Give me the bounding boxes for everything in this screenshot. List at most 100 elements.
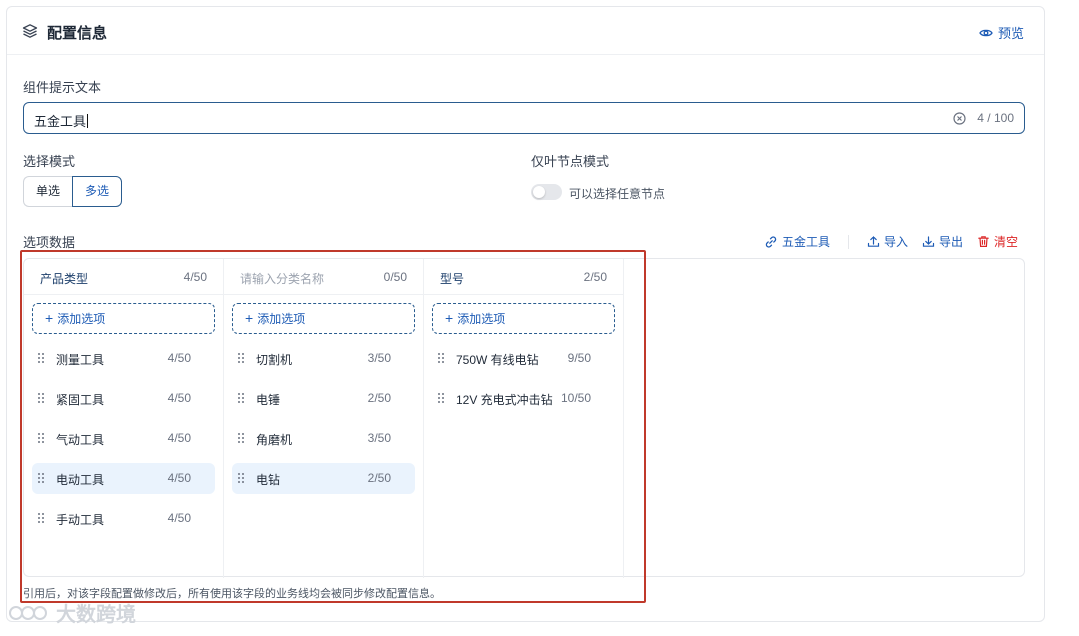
option-item[interactable]: 角磨机 3/50 [232, 423, 415, 454]
drag-handle-icon[interactable] [237, 352, 245, 364]
linked-field-label: 五金工具 [781, 235, 830, 249]
drag-handle-icon[interactable] [37, 472, 45, 484]
add-option-button[interactable]: + 添加选项 [32, 303, 215, 334]
option-label: 750W 有线电钻 [456, 353, 539, 367]
export-button[interactable]: 导出 [922, 233, 963, 250]
cascader-column: 产品类型 4/50 + 添加选项 测量工具 4/50 紧固工具 4/50 气动工具 4/50 电动工… [24, 259, 224, 578]
column-count: 2/50 [583, 270, 607, 284]
cascader-column: 型号 2/50 + 添加选项 750W 有线电钻 9/50 12V 充电式冲击钻 10/50 [424, 259, 624, 578]
column-header: 请输入分类名称 0/50 [224, 259, 423, 295]
select-mode-label: 选择模式 [23, 154, 76, 169]
drag-handle-icon[interactable] [37, 432, 45, 444]
plus-icon: + [445, 310, 454, 326]
prompt-field-label: 组件提示文本 [23, 80, 102, 95]
prompt-text-value: 五金工具 [34, 111, 89, 130]
option-item[interactable]: 电动工具 4/50 [32, 463, 215, 494]
option-count: 4/50 [167, 351, 191, 365]
add-option-button[interactable]: + 添加选项 [432, 303, 615, 334]
clear-all-button[interactable]: 清空 [977, 233, 1018, 250]
upload-icon [867, 236, 880, 247]
card-title: 配置信息 [47, 25, 108, 42]
preview-label: 预览 [997, 26, 1024, 41]
clear-circle-icon[interactable] [953, 112, 966, 125]
option-count: 3/50 [367, 431, 391, 445]
drag-handle-icon[interactable] [37, 512, 45, 524]
option-item[interactable]: 测量工具 4/50 [32, 343, 215, 374]
text-caret [87, 114, 89, 128]
column-count: 0/50 [383, 270, 407, 284]
watermark-text: 大数跨境 [56, 604, 136, 626]
single-select-option[interactable]: 单选 [23, 176, 73, 207]
trash-icon [978, 236, 989, 247]
toggle-knob [533, 186, 545, 198]
option-count: 4/50 [167, 391, 191, 405]
option-label: 气动工具 [56, 433, 105, 447]
plus-icon: + [245, 310, 254, 326]
add-option-label: 添加选项 [257, 312, 306, 326]
drag-handle-icon[interactable] [237, 472, 245, 484]
option-count: 4/50 [167, 471, 191, 485]
option-item[interactable]: 电锤 2/50 [232, 383, 415, 414]
clear-all-label: 清空 [993, 235, 1018, 249]
option-label: 电动工具 [56, 473, 105, 487]
option-item[interactable]: 电钻 2/50 [232, 463, 415, 494]
card-header: 配置信息 预览 [7, 7, 1044, 55]
download-icon [922, 236, 935, 247]
option-count: 2/50 [367, 391, 391, 405]
option-item[interactable]: 750W 有线电钻 9/50 [432, 343, 615, 374]
column-title: 型号 [440, 272, 465, 286]
leaf-mode-toggle[interactable] [531, 184, 562, 200]
option-label: 手动工具 [56, 513, 105, 527]
column-header: 型号 2/50 [424, 259, 623, 295]
option-count: 2/50 [367, 471, 391, 485]
option-label: 电锤 [256, 393, 281, 407]
add-option-button[interactable]: + 添加选项 [232, 303, 415, 334]
option-label: 测量工具 [56, 353, 105, 367]
column-count: 4/50 [183, 270, 207, 284]
export-label: 导出 [938, 235, 963, 249]
drag-handle-icon[interactable] [37, 352, 45, 364]
config-card: 配置信息 预览 组件提示文本 五金工具 4 / 100 选择模式 单选 多选 仅… [6, 6, 1045, 622]
link-icon [765, 235, 777, 248]
option-label: 紧固工具 [56, 393, 105, 407]
option-item[interactable]: 手动工具 4/50 [32, 503, 215, 534]
option-label: 电钻 [256, 473, 281, 487]
option-count: 10/50 [560, 391, 591, 405]
drag-handle-icon[interactable] [437, 392, 445, 404]
column-title: 产品类型 [40, 272, 89, 286]
options-actions: 五金工具 导入 导出 清空 [764, 233, 1018, 250]
option-count: 3/50 [367, 351, 391, 365]
option-item[interactable]: 紧固工具 4/50 [32, 383, 215, 414]
linked-field-button[interactable]: 五金工具 [764, 233, 830, 250]
layers-icon [22, 24, 38, 38]
prompt-text-input[interactable]: 五金工具 4 / 100 [23, 102, 1025, 134]
preview-button[interactable]: 预览 [979, 23, 1024, 42]
option-item[interactable]: 切割机 3/50 [232, 343, 415, 374]
add-option-label: 添加选项 [457, 312, 506, 326]
option-label: 12V 充电式冲击钻 [456, 393, 553, 407]
option-item[interactable]: 12V 充电式冲击钻 10/50 [432, 383, 615, 414]
select-mode-segmented: 单选 多选 [23, 176, 123, 207]
cascader-column: 请输入分类名称 0/50 + 添加选项切割机 3/50 电锤 2/50 角磨机 3/50 电钻 2/… [224, 259, 424, 578]
add-option-label: 添加选项 [57, 312, 106, 326]
category-name-input[interactable]: 请输入分类名称 [240, 270, 324, 287]
leaf-mode-label: 仅叶节点模式 [531, 154, 610, 169]
leaf-mode-toggle-text: 可以选择任意节点 [569, 187, 666, 201]
option-item[interactable]: 气动工具 4/50 [32, 423, 215, 454]
option-count: 9/50 [567, 351, 591, 365]
option-label: 角磨机 [256, 433, 293, 447]
import-label: 导入 [883, 235, 908, 249]
import-button[interactable]: 导入 [867, 233, 908, 250]
column-header: 产品类型 4/50 [24, 259, 223, 295]
cascader-editor: 产品类型 4/50 + 添加选项 测量工具 4/50 紧固工具 4/50 气动工具 4/50 电动工… [23, 258, 1025, 578]
eye-icon [979, 29, 993, 36]
multi-select-option[interactable]: 多选 [72, 176, 123, 207]
drag-handle-icon[interactable] [37, 392, 45, 404]
options-data-label: 选项数据 [23, 235, 76, 250]
option-count: 4/50 [167, 431, 191, 445]
drag-handle-icon[interactable] [237, 392, 245, 404]
drag-handle-icon[interactable] [237, 432, 245, 444]
actions-divider [847, 234, 849, 249]
drag-handle-icon[interactable] [437, 352, 445, 364]
plus-icon: + [45, 310, 54, 326]
